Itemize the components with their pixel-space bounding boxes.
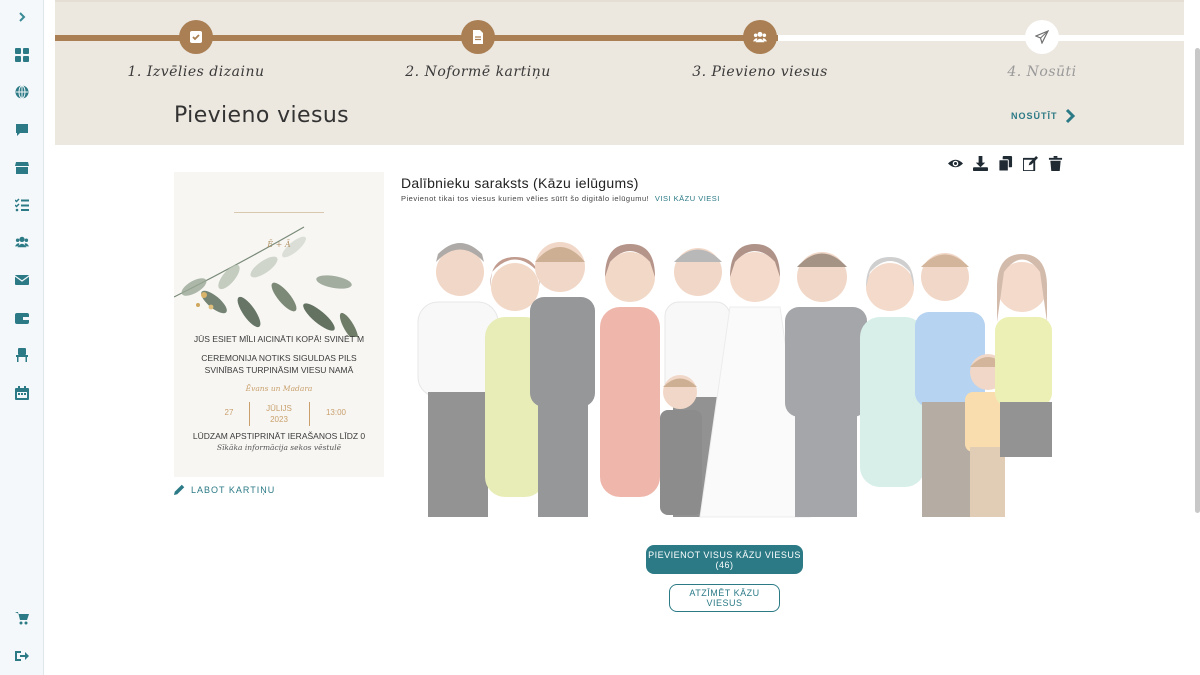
users-icon[interactable] [12,232,32,252]
card-day: 27 [224,408,234,417]
download-icon[interactable] [972,155,988,171]
calendar-icon[interactable] [12,383,32,403]
add-all-guests-button[interactable]: PIEVIENOT VISUS KĀZU VIESUS (46) [646,545,803,574]
step-2-label: 2. Noformē kartiņu [405,64,551,80]
trash-icon[interactable] [1047,155,1063,171]
eye-icon[interactable] [947,155,963,171]
page-title: Pievieno viesus [174,103,350,128]
edit-icon[interactable] [1022,155,1038,171]
chevron-right-icon [1065,108,1075,124]
step-3-label: 3. Pievieno viesus [692,64,828,80]
card-time: 13:00 [325,408,347,417]
step-1-check-square-icon[interactable] [179,20,213,54]
card-date-separator [309,402,310,426]
guest-list-subtitle: Pievienot tikai tos viesus kuriem vēlies… [401,194,720,203]
send-label: NOSŪTĪT [1011,111,1058,121]
cart-icon[interactable] [12,608,32,628]
card-year: 2023 [270,415,288,424]
pencil-icon [174,484,185,495]
send-link[interactable]: NOSŪTĪT [1011,108,1076,124]
checklist-icon[interactable] [12,195,32,215]
edit-card-label: LABOT KARTIŅU [191,484,276,495]
step-1-label: 1. Izvēlies dizainu [127,64,265,80]
action-toolbar [947,155,1063,171]
envelope-icon[interactable] [12,270,32,290]
card-monogram: Ē + Ā [267,240,291,249]
scrollbar[interactable] [1195,48,1200,513]
card-invite-line: JŪS ESIET MĪLI AICINĀTI KOPĀ! SVINĒT M [193,334,365,344]
header-strip [55,0,1184,2]
leaves-illustration [174,226,359,337]
card-ceremony-line: CEREMONIJA NOTIKS SIGULDAS PILS [201,353,357,363]
logout-icon[interactable] [12,646,32,666]
store-icon[interactable] [12,158,32,178]
invitation-card-preview[interactable]: Ē + Ā JŪS ESIET MĪLI AICINĀTI KOPĀ! SVIN… [174,172,384,477]
guest-list-title: Dalībnieku saraksts (Kāzu ielūgums) [401,175,639,191]
card-date-row: 27 JŪLIJS 2023 13:00 [204,402,354,426]
wallet-icon[interactable] [12,308,32,328]
chat-icon[interactable] [12,120,32,140]
all-guests-link[interactable]: VISI KĀZU VIESI [655,194,720,203]
chevron-right-icon[interactable] [12,7,32,27]
step-4-paper-plane-icon[interactable] [1025,20,1059,54]
header: 1. Izvēlies dizainu 2. Noformē kartiņu 3… [55,0,1184,145]
guest-list-hint: Pievienot tikai tos viesus kuriem vēlies… [401,194,650,203]
step-3-users-icon[interactable] [743,20,777,54]
progress-track-remaining [778,35,1184,41]
globe-icon[interactable] [12,82,32,102]
card-date-separator [249,402,250,426]
card-rsvp-line: LŪDZAM APSTIPRINĀT IERAŠANOS LĪDZ 0 [192,431,366,441]
edit-card-link[interactable]: LABOT KARTIŅU [174,484,275,495]
mark-guests-button[interactable]: ATZĪMĒT KĀZU VIESUS [669,584,780,612]
card-month: JŪLIJS [266,404,292,413]
card-celebration-line: SVINĪBAS TURPINĀSIM VIESU NAMĀ [204,365,354,375]
family-illustration [417,242,1052,518]
card-info-line: Sīkāka informācija sekos vēstulē [216,443,342,452]
sidebar [0,0,44,675]
step-2-document-icon[interactable] [461,20,495,54]
copy-icon[interactable] [997,155,1013,171]
step-4-label: 4. Nosūti [1007,64,1077,80]
progress-track-done [55,35,778,41]
dashboard-icon[interactable] [12,45,32,65]
chair-icon[interactable] [12,345,32,365]
card-couple-names: Ēvans un Madara [245,384,313,393]
